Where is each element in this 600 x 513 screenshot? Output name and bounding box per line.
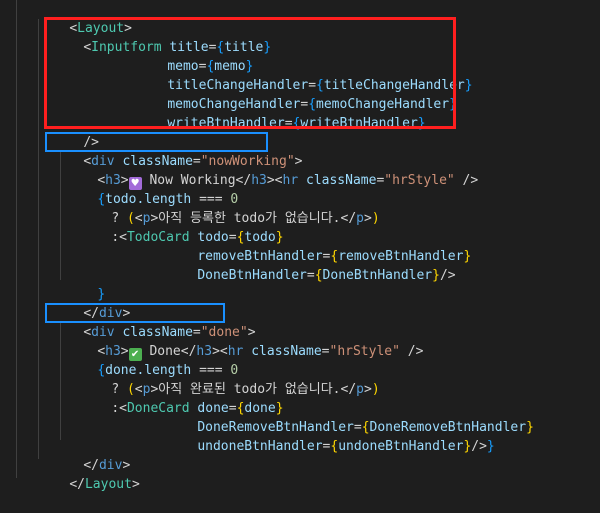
code-line: DoneBtnHandler={DoneBtnHandler}/> [197,268,456,283]
code-line: {done.length === 0 [97,363,239,378]
attribute-value: DoneBtnHandler [322,268,433,283]
attribute-name: className [251,344,322,359]
indent-guide [16,0,17,478]
code-line: {todo.length === 0 [97,192,239,207]
code-line: <h3> ♥ Now Working</h3><hr className="hrS… [97,173,479,190]
string-value: "hrStyle" [384,173,455,188]
attribute-name: className [306,173,377,188]
layout-close-tag: Layout [84,477,132,492]
code-line: :<DoneCard done={done} [111,401,284,416]
code-line: </div> [83,458,131,473]
attribute-name: undoneBtnHandler [197,439,323,454]
code-editor[interactable]: <Layout> <Inputform title={title} memo={… [0,0,600,492]
hr-tag: hr [282,173,299,188]
code-line: :<TodoCard todo={todo} [111,230,284,245]
h3-tag: h3 [251,173,267,188]
inputform-highlight-box [44,17,456,129]
indent-guide [38,19,39,459]
code-line: removeBtnHandler={removeBtnHandler} [197,249,472,264]
attribute-value: undoneBtnHandler [338,439,464,454]
p-tag: p [356,382,364,397]
code-line: </Layout> [69,477,140,492]
code-line: <h3> ✔ Done</h3><hr className="hrStyle" /… [97,344,424,361]
code-line: ? (<p>아직 완료된 todo가 없습니다.</p>) [111,382,380,397]
now-working-div-highlight-box [45,132,268,152]
string-value: "hrStyle" [329,344,400,359]
code-line: DoneRemoveBtnHandler={DoneRemoveBtnHandl… [197,420,534,435]
code-line: ? (<p>아직 등록한 todo가 없습니다.</p>) [111,211,380,226]
p-tag: p [356,211,364,226]
done-div-highlight-box [45,303,225,323]
code-line: } [97,287,106,302]
code-line: undoneBtnHandler={undoneBtnHandler}/>} [197,439,495,454]
attribute-name: DoneBtnHandler [197,268,307,283]
code-line: </div> [83,306,131,321]
